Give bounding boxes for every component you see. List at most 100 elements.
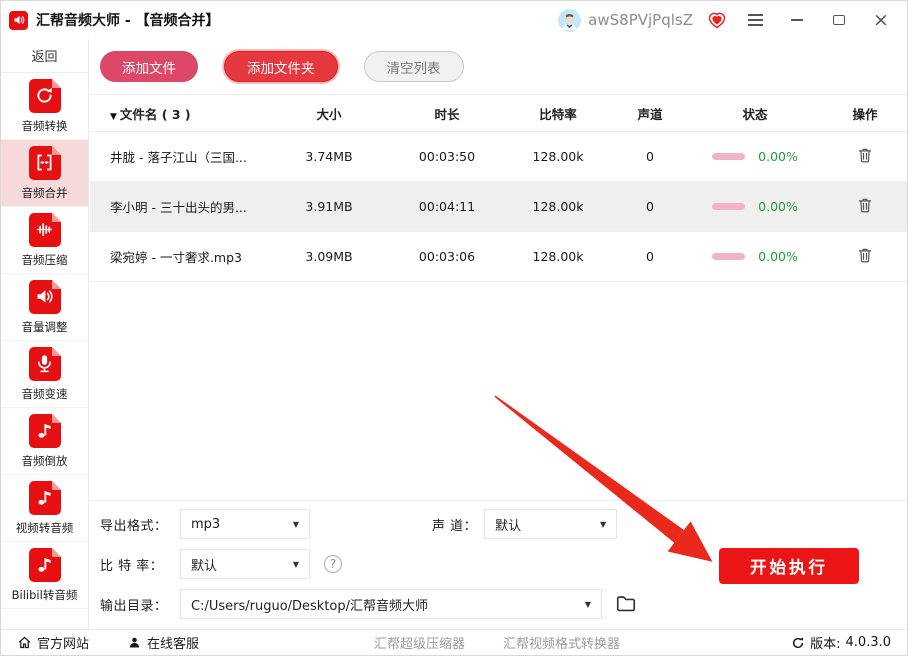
merge-icon: [28, 145, 61, 180]
maximize-icon: [833, 15, 845, 25]
home-icon: [17, 635, 32, 650]
progress-bar: [712, 203, 746, 210]
window-title: 汇帮音频大师 - 【音频合并】: [36, 13, 220, 29]
progress-percent: 0.00%: [758, 199, 798, 214]
convert-icon: [28, 78, 61, 113]
sidebar-item-audio-reverse[interactable]: 音频倒放: [1, 408, 88, 475]
file-name: 梁宛婷 - 一寸奢求.mp3: [110, 250, 242, 265]
app-logo-speaker-icon: [9, 10, 28, 30]
table-header: ▼ 文件名 ( 3 ) 大小 时长 比特率 声道 状态 操作: [90, 95, 907, 132]
online-service-link[interactable]: 在线客服: [127, 633, 199, 652]
output-dir-label: 输出目录：: [100, 598, 168, 614]
help-icon[interactable]: ?: [324, 555, 342, 573]
column-size: 大小: [316, 106, 342, 122]
username-text: awS8PVjPqlsZ: [588, 11, 693, 29]
file-size: 3.74MB: [305, 149, 353, 164]
column-operation: 操作: [852, 106, 878, 122]
delete-icon[interactable]: [856, 246, 874, 264]
minimize-button[interactable]: [783, 8, 811, 32]
channel-label: 声 道：: [432, 518, 478, 534]
file-size: 3.91MB: [305, 199, 353, 214]
main-panel: 添加文件 添加文件夹 清空列表 ▼ 文件名 ( 3 ) 大小 时长 比特率 声道 …: [90, 39, 907, 629]
file-bitrate: 128.00k: [532, 199, 584, 214]
file-duration: 00:04:11: [418, 199, 476, 214]
column-status: 状态: [742, 106, 768, 122]
browse-folder-icon[interactable]: [615, 593, 637, 615]
add-file-button[interactable]: 添加文件: [100, 51, 198, 82]
sidebar-item-audio-merge[interactable]: 音频合并: [1, 140, 88, 207]
toolbar: 添加文件 添加文件夹 清空列表: [90, 39, 907, 95]
sidebar-item-volume-adjust[interactable]: 音量调整: [1, 274, 88, 341]
official-site-link[interactable]: 官方网站: [17, 633, 89, 652]
chevron-down-icon: ▼: [599, 519, 607, 529]
file-status: 0.00%: [690, 249, 820, 264]
chevron-down-icon: ▼: [292, 519, 299, 529]
table-row[interactable]: 梁宛婷 - 一寸奢求.mp3 3.09MB 00:03:06 128.00k 0…: [90, 232, 907, 282]
footer: 官方网站 在线客服 汇帮超级压缩器 汇帮视频格式转换器 版本: 4.0.3.0: [1, 629, 907, 655]
empty-area: [90, 282, 907, 500]
note-icon: [28, 413, 61, 448]
sidebar-item-video-to-audio[interactable]: 视频转音频: [1, 475, 88, 542]
user-avatar[interactable]: [558, 8, 582, 32]
compress-icon: [28, 212, 61, 247]
mic-icon: [28, 346, 61, 381]
channel-select[interactable]: 默认 ▼: [484, 509, 618, 539]
add-folder-button[interactable]: 添加文件夹: [224, 51, 338, 82]
menu-button[interactable]: [741, 8, 769, 32]
maximize-button[interactable]: [825, 8, 853, 32]
file-duration: 00:03:06: [418, 249, 476, 264]
bitrate-select[interactable]: 默认 ▼: [180, 549, 310, 579]
sidebar-item-bilibili-to-audio[interactable]: Bilibil转音频: [1, 542, 88, 609]
volume-icon: [28, 279, 61, 314]
file-list: 井胧 - 落子江山（三国... 3.74MB 00:03:50 128.00k …: [90, 132, 907, 282]
file-channel: 0: [646, 149, 654, 164]
delete-icon[interactable]: [856, 146, 874, 164]
titlebar: 汇帮音频大师 - 【音频合并】 awS8PVjPqlsZ ×: [1, 1, 907, 39]
sidebar: 返回 音频转换 音频合并 音频压缩 音量调整 音频变速 音频倒放 视频转音频 B…: [1, 39, 89, 629]
clear-list-button[interactable]: 清空列表: [363, 51, 464, 82]
file-bitrate: 128.00k: [532, 149, 584, 164]
progress-bar: [712, 153, 746, 160]
app-window: 汇帮音频大师 - 【音频合并】 awS8PVjPqlsZ × 返回 音频转换 音…: [0, 0, 908, 656]
back-button[interactable]: 返回: [1, 39, 88, 73]
partner-link-video-converter[interactable]: 汇帮视频格式转换器: [503, 633, 620, 652]
table-row[interactable]: 井胧 - 落子江山（三国... 3.74MB 00:03:50 128.00k …: [90, 132, 907, 182]
column-filename[interactable]: ▼ 文件名 ( 3 ): [110, 104, 270, 123]
sort-caret-icon: ▼: [110, 111, 117, 122]
file-status: 0.00%: [690, 149, 820, 164]
person-icon: [127, 635, 142, 650]
file-bitrate: 128.00k: [532, 249, 584, 264]
hamburger-icon: [747, 14, 763, 26]
column-duration: 时长: [434, 106, 460, 122]
partner-link-compressor[interactable]: 汇帮超级压缩器: [374, 633, 465, 652]
column-bitrate: 比特率: [539, 106, 577, 122]
file-channel: 0: [646, 199, 654, 214]
file-status: 0.00%: [690, 199, 820, 214]
file-size: 3.09MB: [305, 249, 353, 264]
start-execute-button[interactable]: 开始执行: [719, 548, 859, 584]
file-channel: 0: [646, 249, 654, 264]
close-icon: ×: [873, 8, 889, 31]
file-name: 井胧 - 落子江山（三国...: [110, 150, 247, 165]
close-button[interactable]: ×: [867, 8, 895, 32]
version-info: 版本: 4.0.3.0: [791, 633, 891, 652]
chevron-down-icon: ▼: [584, 599, 591, 609]
output-dir-select[interactable]: C:/Users/ruguo/Desktop/汇帮音频大师 ▼: [180, 589, 602, 619]
table-row[interactable]: 李小明 - 三十出头的男... 3.91MB 00:04:11 128.00k …: [90, 182, 907, 232]
note-icon: [28, 547, 61, 582]
export-format-label: 导出格式：: [100, 518, 168, 534]
vip-badge-icon[interactable]: [707, 10, 727, 30]
file-name: 李小明 - 三十出头的男...: [110, 200, 247, 215]
sidebar-item-audio-compress[interactable]: 音频压缩: [1, 207, 88, 274]
sidebar-item-audio-speed[interactable]: 音频变速: [1, 341, 88, 408]
progress-percent: 0.00%: [758, 249, 798, 264]
column-channel: 声道: [637, 106, 663, 122]
progress-percent: 0.00%: [758, 149, 798, 164]
bitrate-label: 比 特 率：: [100, 558, 164, 574]
chevron-down-icon: ▼: [292, 559, 299, 569]
sidebar-item-audio-convert[interactable]: 音频转换: [1, 73, 88, 140]
export-format-select[interactable]: mp3 ▼: [180, 509, 310, 539]
user-account[interactable]: awS8PVjPqlsZ: [558, 8, 693, 32]
refresh-icon[interactable]: [791, 636, 805, 650]
delete-icon[interactable]: [856, 196, 874, 214]
